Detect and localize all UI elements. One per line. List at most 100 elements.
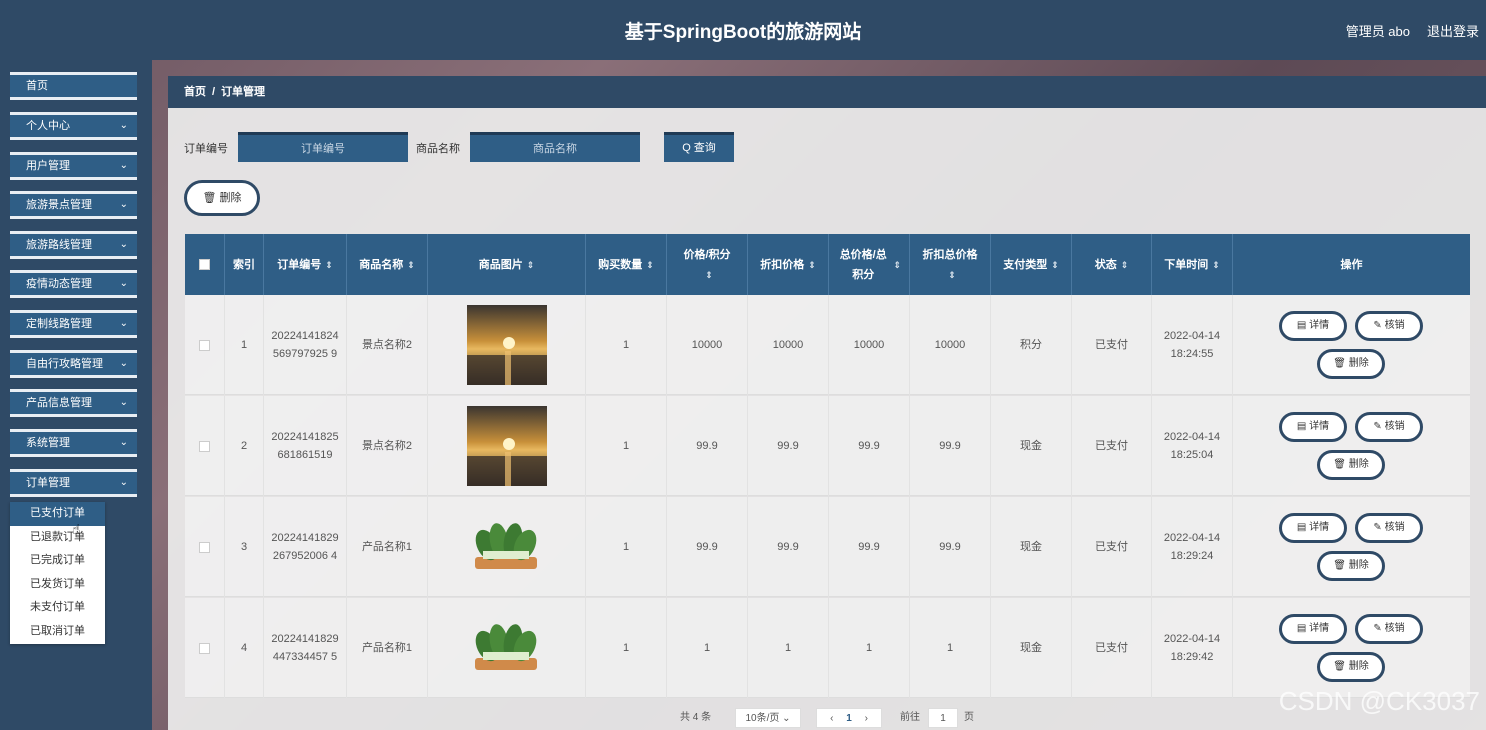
detail-button[interactable]: ▤ 详情 (1279, 614, 1347, 644)
cell-actions: ▤ 详情 ✎ 核销 🗑 删除 (1233, 497, 1470, 597)
row-checkbox[interactable] (199, 339, 210, 351)
row-checkbox[interactable] (199, 642, 210, 654)
trash-icon: 🗑 (1333, 459, 1346, 470)
sidebar-item-products[interactable]: 产品信息管理 ⌄ (10, 389, 137, 417)
cell-product-name: 产品名称1 (347, 497, 428, 597)
table-row[interactable]: 3 20224141829267952006 4 产品名称1 1 99.9 99.9 99.… (185, 497, 1470, 597)
sort-icon[interactable]: ⇕ (646, 255, 654, 275)
delete-row-button[interactable]: 🗑 删除 (1317, 450, 1385, 480)
sort-icon[interactable]: ⇕ (705, 265, 713, 285)
sort-icon[interactable]: ⇕ (808, 255, 816, 275)
cell-pay-type: 现金 (991, 598, 1072, 698)
col-quantity[interactable]: 购买数量 ⇕ (586, 234, 667, 295)
col-discount-total[interactable]: 折扣总价格 ⇕ (910, 234, 991, 295)
cell-order-no: 20224141824569797925 9 (264, 295, 347, 395)
goto-input[interactable]: 1 (928, 708, 958, 728)
sidebar-item-users[interactable]: 用户管理 ⌄ (10, 152, 137, 180)
sidebar-item-personal[interactable]: 个人中心 ⌄ (10, 112, 137, 140)
sort-icon[interactable]: ⇕ (893, 255, 901, 275)
delete-row-button[interactable]: 🗑 删除 (1317, 652, 1385, 682)
submenu-completed-orders[interactable]: 已完成订单 (10, 549, 105, 573)
col-status[interactable]: 状态 ⇕ (1072, 234, 1152, 295)
edit-icon: ✎ (1373, 522, 1382, 533)
sidebar-item-guides[interactable]: 自由行攻略管理 ⌄ (10, 350, 137, 378)
sort-icon[interactable]: ⇕ (407, 255, 415, 275)
verify-button[interactable]: ✎ 核销 (1355, 513, 1423, 543)
cell-price: 10000 (667, 295, 748, 395)
table-row[interactable]: 4 20224141829447334457 5 产品名称1 1 1 1 1 1 现金 已支付 20… (185, 598, 1470, 698)
col-discount-price[interactable]: 折扣价格 ⇕ (748, 234, 829, 295)
chevron-down-icon: ⌄ (782, 713, 791, 724)
sidebar-item-custom-routes[interactable]: 定制线路管理 ⌄ (10, 310, 137, 338)
submenu-cancelled-orders[interactable]: 已取消订单 (10, 620, 105, 644)
chevron-down-icon: ⌄ (119, 120, 128, 131)
sunset-image (466, 406, 547, 486)
logout-link[interactable]: 退出登录 (1427, 21, 1479, 40)
delete-row-button[interactable]: 🗑 删除 (1317, 349, 1385, 379)
cell-product-image (428, 598, 586, 698)
col-total-price[interactable]: 总价格/总积分 ⇕ (829, 234, 910, 295)
cell-price: 99.9 (667, 497, 748, 597)
sort-icon[interactable]: ⇕ (948, 265, 956, 285)
edit-icon: ✎ (1373, 623, 1382, 634)
chevron-down-icon: ⌄ (119, 160, 128, 171)
submenu-refunded-orders[interactable]: 已退款订单 (10, 526, 105, 550)
sort-icon[interactable]: ⇕ (527, 255, 535, 275)
prev-page-icon[interactable]: ‹ (830, 713, 833, 724)
page-navigator[interactable]: ‹ 1 › (816, 708, 882, 728)
submenu-shipped-orders[interactable]: 已发货订单 (10, 573, 105, 597)
sidebar-item-home[interactable]: 首页 (10, 72, 137, 100)
sort-icon[interactable]: ⇕ (325, 255, 333, 275)
product-name-input[interactable] (470, 132, 640, 162)
product-name-label: 商品名称 (416, 143, 460, 155)
cell-order-no: 20224141829267952006 4 (264, 497, 347, 597)
col-order-time[interactable]: 下单时间 ⇕ (1152, 234, 1233, 295)
verify-button[interactable]: ✎ 核销 (1355, 311, 1423, 341)
table-header: 索引 订单编号 ⇕ 商品名称 ⇕ 商品图片 ⇕ 购买数量 ⇕ 价格/积分 ⇕ 折扣价格 ⇕ … (185, 234, 1470, 295)
sidebar-item-system[interactable]: 系统管理 ⌄ (10, 429, 137, 457)
table-row[interactable]: 1 20224141824569797925 9 景点名称2 1 10000 10000 1… (185, 295, 1470, 395)
col-pay-type[interactable]: 支付类型 ⇕ (991, 234, 1072, 295)
current-page[interactable]: 1 (846, 713, 852, 724)
cell-total-price: 10000 (829, 295, 910, 395)
verify-button[interactable]: ✎ 核销 (1355, 614, 1423, 644)
chevron-down-icon: ⌄ (119, 318, 128, 329)
select-all-checkbox[interactable] (199, 259, 210, 270)
detail-button[interactable]: ▤ 详情 (1279, 311, 1347, 341)
row-checkbox[interactable] (199, 541, 210, 553)
sort-icon[interactable]: ⇕ (1121, 255, 1129, 275)
next-page-icon[interactable]: › (865, 713, 868, 724)
sort-icon[interactable]: ⇕ (1051, 255, 1059, 275)
cell-product-name: 景点名称2 (347, 396, 428, 496)
col-product-name[interactable]: 商品名称 ⇕ (347, 234, 428, 295)
sidebar-item-attractions[interactable]: 旅游景点管理 ⌄ (10, 191, 137, 219)
submenu-unpaid-orders[interactable]: 未支付订单 (10, 596, 105, 620)
col-order-no[interactable]: 订单编号 ⇕ (264, 234, 347, 295)
sidebar-item-epidemic[interactable]: 疫情动态管理 ⌄ (10, 270, 137, 298)
chevron-down-icon: ⌄ (119, 437, 128, 448)
col-price[interactable]: 价格/积分 ⇕ (667, 234, 748, 295)
cell-status: 已支付 (1072, 396, 1152, 496)
cell-order-time: 2022-04-14 18:24:55 (1152, 295, 1233, 395)
row-select-cell (185, 497, 225, 597)
document-icon: ▤ (1296, 522, 1307, 533)
detail-button[interactable]: ▤ 详情 (1279, 513, 1347, 543)
submenu-paid-orders[interactable]: 已支付订单 (10, 502, 105, 526)
delete-row-button[interactable]: 🗑 删除 (1317, 551, 1385, 581)
document-icon: ▤ (1296, 623, 1307, 634)
breadcrumb-home[interactable]: 首页 (184, 86, 206, 98)
verify-button[interactable]: ✎ 核销 (1355, 412, 1423, 442)
col-product-image[interactable]: 商品图片 ⇕ (428, 234, 586, 295)
order-no-input[interactable] (238, 132, 408, 162)
col-index: 索引 (225, 234, 264, 295)
detail-button[interactable]: ▤ 详情 (1279, 412, 1347, 442)
page-size-select[interactable]: 10条/页 ⌄ (735, 708, 801, 728)
query-button[interactable]: Q 查询 (664, 132, 734, 162)
batch-delete-button[interactable]: 🗑 删除 (184, 180, 260, 216)
sidebar-item-orders[interactable]: 订单管理 ⌄ (10, 469, 137, 497)
cell-total-price: 99.9 (829, 396, 910, 496)
sort-icon[interactable]: ⇕ (1212, 255, 1220, 275)
sidebar-item-routes[interactable]: 旅游路线管理 ⌄ (10, 231, 137, 259)
table-row[interactable]: 2 20224141825681861519 景点名称2 1 99.9 99.9 99.9 9… (185, 396, 1470, 496)
row-checkbox[interactable] (199, 440, 210, 452)
